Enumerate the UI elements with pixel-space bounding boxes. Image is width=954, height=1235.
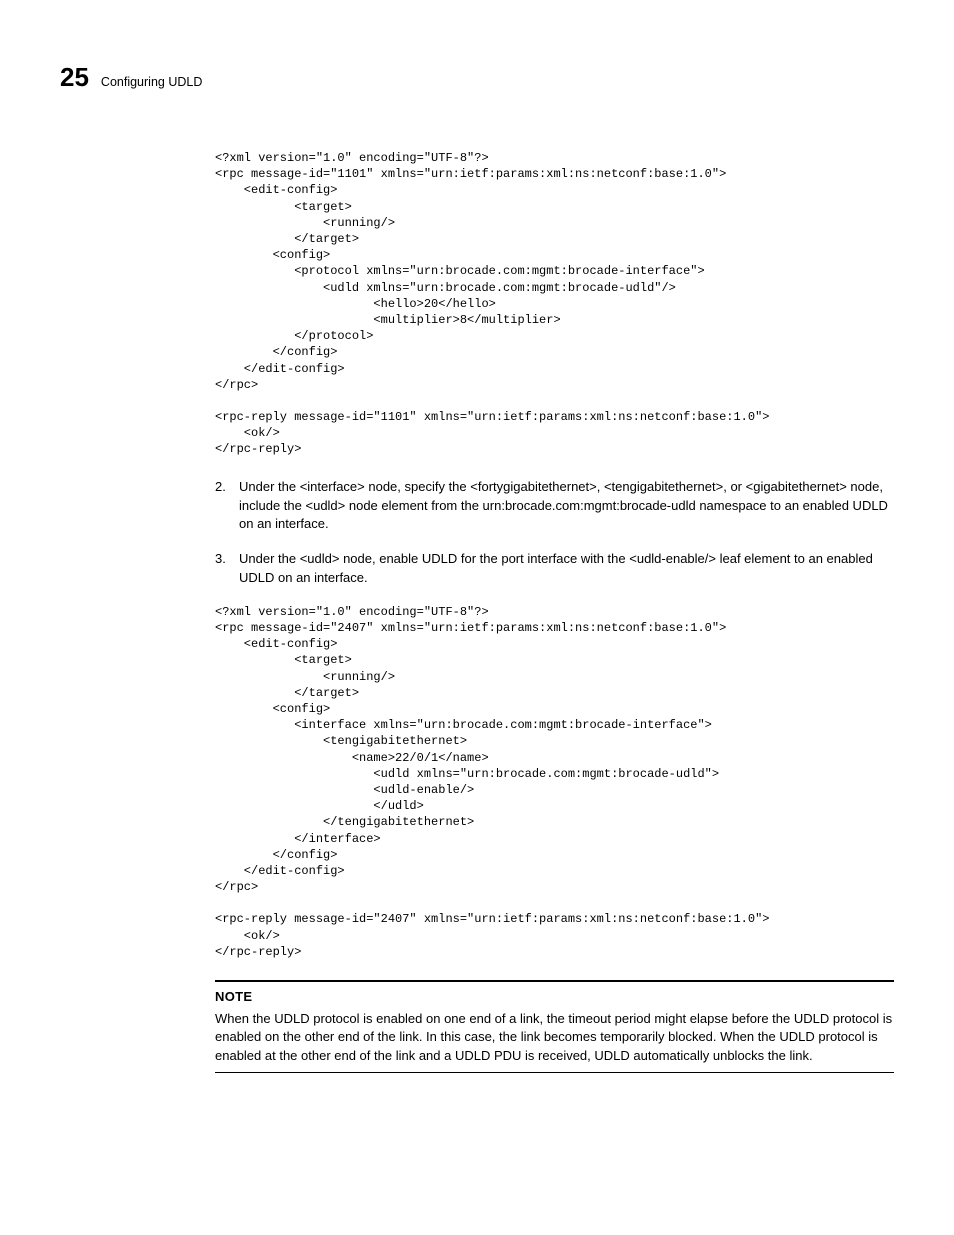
step-number: 3. — [215, 550, 226, 568]
note-label: NOTE — [215, 988, 894, 1006]
note-rule-top — [215, 980, 894, 982]
page-content: <?xml version="1.0" encoding="UTF-8"?> <… — [215, 150, 894, 1073]
step-text: Under the <interface> node, specify the … — [239, 479, 888, 532]
step-list: 2. Under the <interface> node, specify t… — [215, 478, 894, 588]
chapter-title: Configuring UDLD — [101, 74, 202, 91]
step-number: 2. — [215, 478, 226, 496]
note-body: When the UDLD protocol is enabled on one… — [215, 1010, 894, 1067]
code-block-2: <?xml version="1.0" encoding="UTF-8"?> <… — [215, 604, 894, 960]
list-item: 2. Under the <interface> node, specify t… — [215, 478, 894, 535]
step-text: Under the <udld> node, enable UDLD for t… — [239, 551, 873, 585]
page-header: 25 Configuring UDLD — [60, 60, 894, 95]
note-rule-bottom — [215, 1072, 894, 1073]
code-block-1: <?xml version="1.0" encoding="UTF-8"?> <… — [215, 150, 894, 458]
list-item: 3. Under the <udld> node, enable UDLD fo… — [215, 550, 894, 588]
chapter-number: 25 — [60, 60, 89, 95]
note-block: NOTE When the UDLD protocol is enabled o… — [215, 980, 894, 1073]
